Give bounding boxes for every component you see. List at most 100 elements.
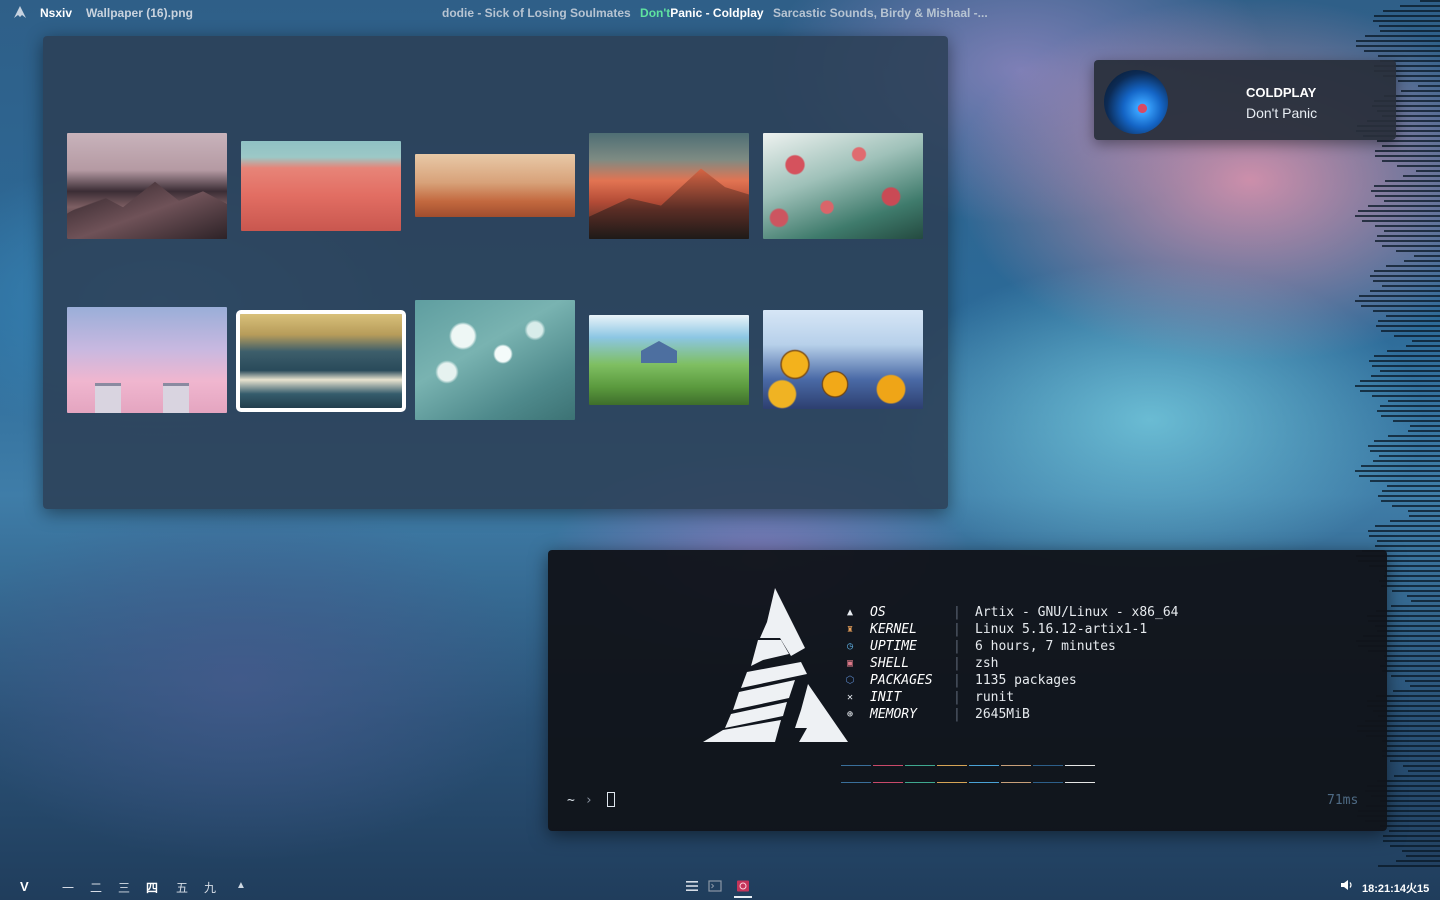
visualizer-bar [1381,670,1440,672]
workspace-1[interactable]: 一 [62,879,74,896]
info-value: 2645MiB [975,707,1030,722]
visualizer-bar [1380,665,1440,667]
visualizer-bar [1401,90,1440,92]
visualizer-bar [1385,570,1440,572]
palette-swatch-2 [873,765,903,766]
visualizer-bar [1374,440,1440,442]
visualizer-bar [1379,580,1440,582]
visualizer-bar [1374,545,1440,547]
info-value: 6 hours, 7 minutes [975,639,1116,654]
track-current-remaining[interactable]: Panic - Coldplay [670,6,763,20]
shell-prompt: ~ › [567,793,593,808]
workspace-more-icon[interactable]: ▲ [236,880,246,891]
visualizer-bar [1381,500,1440,502]
visualizer-bar [1381,740,1440,742]
album-art-icon [1104,70,1168,134]
info-value: zsh [975,656,999,671]
visualizer-bar [1378,865,1440,867]
thumbnail-8[interactable] [415,300,575,420]
visualizer-bar [1384,230,1440,232]
visualizer-bar [1375,240,1440,242]
visualizer-bar [1381,415,1440,417]
visualizer-bar [1355,385,1440,387]
window-title-file: Wallpaper (16).png [86,6,193,20]
visualizer-bar [1387,485,1440,487]
terminal-window[interactable]: ▲ OS | Artix - GNU/Linux - x86_64 ♜ KERNEL | Li… [548,550,1387,831]
track-current-played[interactable]: Don't [640,6,670,20]
visualizer-bar [1399,5,1440,7]
thumbnail-7-selected[interactable] [236,310,406,412]
thumbnail-4[interactable] [589,133,749,239]
visualizer-bar [1373,280,1440,282]
visualizer-bar [1373,310,1440,312]
volume-icon[interactable] [1340,879,1354,891]
visualizer-bar [1374,525,1440,527]
terminal-app-icon[interactable] [708,880,722,892]
init-icon: ✕ [846,692,854,703]
clock: 18:21:14火15 [1362,883,1430,895]
visualizer-bar [1381,330,1440,332]
thumbnail-2[interactable] [241,141,401,231]
launcher-button[interactable]: V [20,879,29,894]
visualizer-bar [1381,245,1440,247]
music-queue[interactable]: dodie - Sick of Losing Soulmates Don'tPa… [442,6,994,20]
visualizer-bar [1396,165,1440,167]
terminal-cursor[interactable] [607,792,615,807]
visualizer-bar [1398,80,1440,82]
thumbnail-5[interactable] [763,133,923,239]
thumbnail-1[interactable] [67,133,227,239]
workspace-9[interactable]: 九 [204,879,216,896]
visualizer-bar [1410,685,1440,687]
thumbnail-3[interactable] [415,154,575,217]
visualizer-bar [1371,395,1440,397]
music-app-icon[interactable] [736,880,750,892]
visualizer-bar [1406,595,1440,597]
visualizer-bar [1384,180,1440,182]
visualizer-bar [1385,265,1440,267]
visualizer-bar [1411,600,1440,602]
visualizer-bar [1390,760,1440,762]
shell-icon: ▣ [846,658,854,669]
visualizer-bar [1387,745,1440,747]
visualizer-bar [1382,755,1440,757]
visualizer-bar [1382,840,1440,842]
top-bar: Nsxiv Wallpaper (16).png dodie - Sick of… [0,0,1440,26]
visualizer-bar [1382,160,1440,162]
visualizer-bar [1376,325,1440,327]
info-value: 1135 packages [975,673,1077,688]
track-previous[interactable]: dodie - Sick of Losing Soulmates [442,6,631,20]
thumbnail-10[interactable] [763,310,923,409]
info-separator: | [953,656,961,671]
palette-swatch-6 [1001,782,1031,783]
visualizer-bar [1408,770,1440,772]
visualizer-bar [1370,450,1440,452]
workspace-2[interactable]: 二 [90,879,102,896]
visualizer-bar [1381,585,1440,587]
workspace-3[interactable]: 三 [118,879,130,896]
music-notification[interactable]: COLDPLAY Don't Panic [1094,60,1396,140]
visualizer-bar [1392,505,1440,507]
thumbnail-9[interactable] [589,315,749,405]
visualizer-bar [1401,850,1440,852]
artix-icon: ▲ [846,607,854,618]
visualizer-bar [1376,540,1440,542]
workspace-4-active[interactable]: 四 [146,879,158,896]
visualizer-bar [1405,345,1440,347]
visualizer-bar [1359,390,1440,392]
track-next[interactable]: Sarcastic Sounds, Birdy & Mishaal -... [773,6,988,20]
menu-icon[interactable] [685,880,699,892]
visualizer-bar [1357,210,1440,212]
image-viewer-window[interactable] [43,36,948,509]
workspace-5[interactable]: 五 [176,879,188,896]
info-key: MEMORY [870,707,917,722]
memory-icon: ⊕ [846,709,854,720]
info-separator: | [953,622,961,637]
info-key: PACKAGES [870,673,933,688]
visualizer-bar [1395,860,1440,862]
artix-logo-icon[interactable] [13,5,27,19]
info-separator: | [953,639,961,654]
visualizer-bar [1402,175,1440,177]
visualizer-bar [1360,465,1440,467]
palette-swatch-4 [937,765,967,766]
thumbnail-6[interactable] [67,307,227,413]
